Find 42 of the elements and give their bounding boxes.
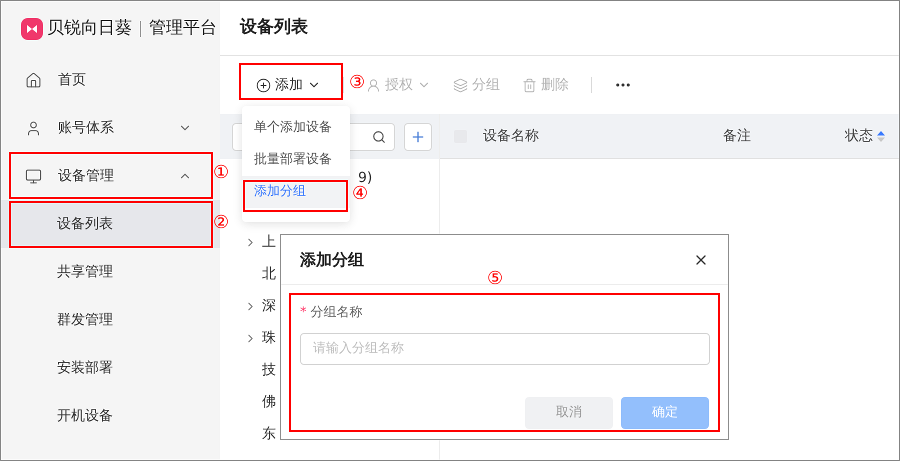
nav-icon	[25, 72, 42, 88]
column-header: 设备名称	[483, 126, 539, 146]
group-tree-item[interactable]: 上	[262, 232, 276, 252]
column-header: 状态	[845, 126, 873, 146]
input-field[interactable]: 请输入分组名称	[300, 332, 710, 364]
menu-item[interactable]: 添加分组	[242, 176, 350, 208]
trash-icon	[522, 78, 537, 92]
layers-icon	[453, 78, 468, 92]
nav-subitem[interactable]: 安装部署	[1, 344, 220, 392]
nav-icon	[25, 168, 42, 184]
annotation-number: ①	[213, 162, 230, 184]
column-header: 备注	[723, 126, 751, 146]
group-tree-item[interactable]: 东	[262, 424, 276, 444]
nav-subitem[interactable]: 群发管理	[1, 296, 220, 344]
nav-subitem[interactable]: 开机设备	[1, 392, 220, 440]
group-tree-item[interactable]: 深	[262, 296, 276, 316]
nav-subitem[interactable]: 共享管理	[1, 248, 220, 296]
page-title: 设备列表	[240, 16, 308, 40]
add-group-button[interactable]	[404, 122, 432, 150]
product-name: 管理平台	[149, 16, 217, 40]
user-icon	[366, 78, 381, 92]
group-tree-item[interactable]: 佛	[262, 392, 276, 412]
dialog-title: 添加分组	[300, 248, 364, 270]
menu-item[interactable]: 批量部署设备	[242, 144, 350, 176]
annotation-number: ④	[352, 183, 368, 205]
logo-icon	[21, 18, 43, 40]
group-tree-item[interactable]: 技	[262, 360, 276, 380]
nav-item[interactable]: 账号体系	[1, 104, 220, 152]
field-label: 分组名称	[310, 304, 362, 322]
required-mark: *	[300, 304, 306, 322]
sort-icon[interactable]	[877, 130, 885, 142]
brand-name: 贝锐向日葵	[47, 16, 132, 40]
annotation-number: ⑤	[487, 268, 504, 290]
nav-item[interactable]: 首页	[1, 56, 220, 104]
group-tree-item[interactable]: 北	[262, 264, 276, 284]
plus-icon	[410, 128, 426, 144]
group-tree-item[interactable]: 珠	[262, 328, 276, 348]
plus-circle-icon	[256, 78, 271, 92]
toolbar-button[interactable]: 添加	[256, 74, 321, 96]
search-icon	[372, 130, 386, 144]
annotation-number: ③	[349, 72, 366, 94]
nav-icon	[25, 120, 42, 136]
